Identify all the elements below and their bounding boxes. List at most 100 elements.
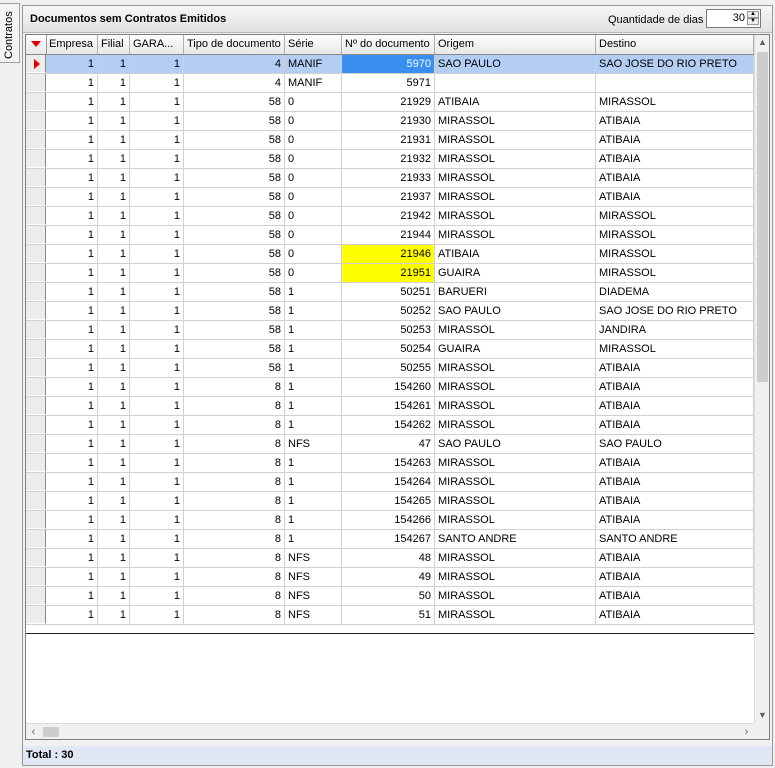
cell-origem[interactable]: MIRASSOL — [435, 568, 596, 586]
row-indicator[interactable] — [26, 435, 46, 453]
cell-numero-documento[interactable]: 21951 — [342, 264, 435, 282]
cell-garagem[interactable]: 1 — [130, 473, 184, 491]
cell-origem[interactable]: GUAIRA — [435, 264, 596, 282]
cell-empresa[interactable]: 1 — [46, 169, 98, 187]
cell-origem[interactable] — [435, 74, 596, 92]
cell-tipo-documento[interactable]: 8 — [184, 397, 285, 415]
row-indicator[interactable] — [26, 112, 46, 130]
row-indicator[interactable] — [26, 549, 46, 567]
cell-serie[interactable]: NFS — [285, 587, 342, 605]
cell-tipo-documento[interactable]: 8 — [184, 492, 285, 510]
cell-empresa[interactable]: 1 — [46, 359, 98, 377]
cell-garagem[interactable]: 1 — [130, 397, 184, 415]
cell-destino[interactable]: ATIBAIA — [596, 492, 754, 510]
cell-garagem[interactable]: 1 — [130, 549, 184, 567]
row-indicator[interactable] — [26, 340, 46, 358]
cell-serie[interactable]: 1 — [285, 511, 342, 529]
cell-garagem[interactable]: 1 — [130, 378, 184, 396]
cell-serie[interactable]: 1 — [285, 397, 342, 415]
cell-filial[interactable]: 1 — [98, 226, 130, 244]
table-row[interactable]: 1 1 1 8 1 154260 MIRASSOL ATIBAIA — [26, 378, 754, 397]
cell-empresa[interactable]: 1 — [46, 74, 98, 92]
cell-numero-documento[interactable]: 21931 — [342, 131, 435, 149]
cell-destino[interactable]: ATIBAIA — [596, 112, 754, 130]
cell-tipo-documento[interactable]: 4 — [184, 55, 285, 73]
cell-serie[interactable]: 1 — [285, 473, 342, 491]
table-row[interactable]: 1 1 1 58 0 21933 MIRASSOL ATIBAIA — [26, 169, 754, 188]
cell-numero-documento[interactable]: 21942 — [342, 207, 435, 225]
table-row[interactable]: 1 1 1 8 1 154263 MIRASSOL ATIBAIA — [26, 454, 754, 473]
table-row[interactable]: 1 1 1 58 1 50255 MIRASSOL ATIBAIA — [26, 359, 754, 378]
row-indicator[interactable] — [26, 511, 46, 529]
row-indicator[interactable] — [26, 283, 46, 301]
cell-serie[interactable]: 0 — [285, 93, 342, 111]
cell-tipo-documento[interactable]: 8 — [184, 587, 285, 605]
cell-empresa[interactable]: 1 — [46, 454, 98, 472]
cell-origem[interactable]: MIRASSOL — [435, 397, 596, 415]
cell-tipo-documento[interactable]: 58 — [184, 302, 285, 320]
row-indicator[interactable] — [26, 302, 46, 320]
cell-garagem[interactable]: 1 — [130, 226, 184, 244]
cell-filial[interactable]: 1 — [98, 454, 130, 472]
cell-garagem[interactable]: 1 — [130, 74, 184, 92]
cell-destino[interactable]: ATIBAIA — [596, 378, 754, 396]
cell-tipo-documento[interactable]: 58 — [184, 283, 285, 301]
table-row[interactable]: 1 1 1 8 1 154264 MIRASSOL ATIBAIA — [26, 473, 754, 492]
cell-filial[interactable]: 1 — [98, 359, 130, 377]
cell-origem[interactable]: MIRASSOL — [435, 549, 596, 567]
cell-numero-documento[interactable]: 50254 — [342, 340, 435, 358]
header-col-filial[interactable]: Filial — [98, 35, 130, 54]
cell-garagem[interactable]: 1 — [130, 340, 184, 358]
cell-garagem[interactable]: 1 — [130, 359, 184, 377]
cell-origem[interactable]: MIRASSOL — [435, 112, 596, 130]
cell-filial[interactable]: 1 — [98, 549, 130, 567]
cell-numero-documento[interactable]: 21932 — [342, 150, 435, 168]
cell-destino[interactable]: ATIBAIA — [596, 131, 754, 149]
cell-tipo-documento[interactable]: 58 — [184, 188, 285, 206]
header-col-origem[interactable]: Origem — [435, 35, 596, 54]
scroll-down-icon[interactable]: ▼ — [755, 708, 769, 723]
table-row[interactable]: 1 1 1 58 0 21946 ATIBAIA MIRASSOL — [26, 245, 754, 264]
cell-tipo-documento[interactable]: 4 — [184, 74, 285, 92]
cell-numero-documento[interactable]: 50253 — [342, 321, 435, 339]
table-row[interactable]: 1 1 1 8 NFS 51 MIRASSOL ATIBAIA — [26, 606, 754, 625]
cell-numero-documento[interactable]: 154264 — [342, 473, 435, 491]
cell-filial[interactable]: 1 — [98, 245, 130, 263]
cell-filial[interactable]: 1 — [98, 150, 130, 168]
table-row[interactable]: 1 1 1 58 1 50251 BARUERI DIADEMA — [26, 283, 754, 302]
cell-tipo-documento[interactable]: 58 — [184, 264, 285, 282]
cell-garagem[interactable]: 1 — [130, 283, 184, 301]
cell-destino[interactable]: MIRASSOL — [596, 226, 754, 244]
cell-origem[interactable]: MIRASSOL — [435, 321, 596, 339]
cell-serie[interactable]: 0 — [285, 150, 342, 168]
cell-numero-documento[interactable]: 5970 — [342, 55, 435, 73]
table-row[interactable]: 1 1 1 58 0 21930 MIRASSOL ATIBAIA — [26, 112, 754, 131]
vertical-scroll-thumb[interactable] — [757, 52, 768, 382]
cell-destino[interactable]: MIRASSOL — [596, 245, 754, 263]
table-row[interactable]: 1 1 1 58 0 21937 MIRASSOL ATIBAIA — [26, 188, 754, 207]
cell-garagem[interactable]: 1 — [130, 492, 184, 510]
cell-serie[interactable]: NFS — [285, 568, 342, 586]
table-row[interactable]: 1 1 1 8 1 154262 MIRASSOL ATIBAIA — [26, 416, 754, 435]
cell-empresa[interactable]: 1 — [46, 511, 98, 529]
cell-empresa[interactable]: 1 — [46, 340, 98, 358]
cell-origem[interactable]: BARUERI — [435, 283, 596, 301]
cell-garagem[interactable]: 1 — [130, 112, 184, 130]
row-indicator[interactable] — [26, 207, 46, 225]
cell-empresa[interactable]: 1 — [46, 321, 98, 339]
cell-origem[interactable]: SANTO ANDRE — [435, 530, 596, 548]
cell-origem[interactable]: MIRASSOL — [435, 226, 596, 244]
cell-origem[interactable]: MIRASSOL — [435, 587, 596, 605]
cell-filial[interactable]: 1 — [98, 93, 130, 111]
cell-tipo-documento[interactable]: 58 — [184, 112, 285, 130]
cell-tipo-documento[interactable]: 8 — [184, 454, 285, 472]
cell-empresa[interactable]: 1 — [46, 112, 98, 130]
cell-garagem[interactable]: 1 — [130, 93, 184, 111]
cell-empresa[interactable]: 1 — [46, 245, 98, 263]
cell-destino[interactable]: SAO JOSE DO RIO PRETO — [596, 302, 754, 320]
horizontal-scrollbar[interactable]: ‹ › — [26, 723, 754, 739]
cell-serie[interactable]: 1 — [285, 530, 342, 548]
cell-tipo-documento[interactable]: 58 — [184, 321, 285, 339]
cell-empresa[interactable]: 1 — [46, 188, 98, 206]
cell-destino[interactable]: JANDIRA — [596, 321, 754, 339]
